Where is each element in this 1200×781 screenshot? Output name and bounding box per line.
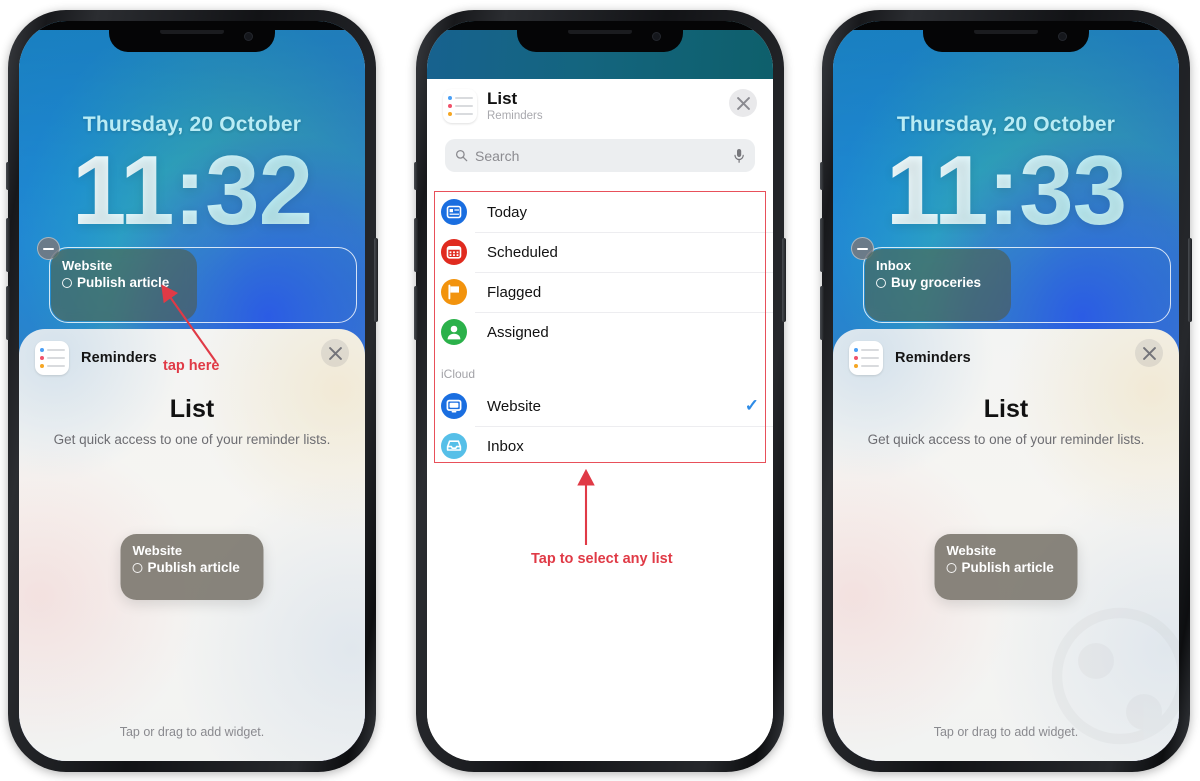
task-circle-icon (876, 277, 886, 288)
close-icon[interactable] (321, 339, 349, 367)
preview-task-row: Publish article (132, 560, 252, 575)
task-circle-icon (946, 562, 957, 573)
preview-task-label: Publish article (147, 560, 240, 575)
highlight-box-lists (434, 191, 766, 463)
silent-switch[interactable] (6, 162, 10, 190)
picker-title: List (487, 89, 518, 108)
notch-top-strip (427, 21, 773, 30)
phone-left: Thursday, 20 October 11:32 Website Publi… (6, 10, 378, 772)
volume-up-button[interactable] (820, 218, 824, 272)
lock-screen-reminders-widget[interactable]: Inbox Buy groceries (865, 249, 1011, 321)
close-glyph (328, 346, 342, 360)
silent-switch[interactable] (414, 162, 418, 190)
widget-task-row: Buy groceries (876, 275, 1000, 290)
preview-task-label: Publish article (961, 560, 1054, 575)
widget-list-name: Inbox (876, 258, 912, 273)
volume-up-button[interactable] (414, 218, 418, 272)
preview-list-name: Website (132, 543, 183, 558)
volume-down-button[interactable] (820, 286, 824, 340)
picker-header: List Reminders (427, 79, 773, 135)
lock-screen-date: Thursday, 20 October (82, 113, 302, 136)
sheet-title: List (169, 395, 215, 423)
notch-top-strip (833, 21, 1179, 30)
notch-top-strip (19, 21, 365, 30)
power-button[interactable] (782, 238, 786, 322)
power-button[interactable] (1188, 238, 1192, 322)
reminders-app-icon (35, 341, 69, 375)
widget-task-row: Publish article (62, 275, 186, 290)
microphone-icon[interactable] (733, 148, 745, 164)
silent-switch[interactable] (820, 162, 824, 190)
front-camera-icon (244, 32, 253, 41)
phone-right: Thursday, 20 October 11:33 Inbox Buy gro… (820, 10, 1192, 772)
sheet-subtitle: Get quick access to one of your reminder… (53, 432, 331, 447)
sheet-header: Reminders (833, 329, 1179, 385)
widget-preview-card[interactable]: Website Publish article (934, 534, 1078, 600)
volume-down-button[interactable] (6, 286, 10, 340)
close-glyph (1142, 346, 1156, 360)
widget-task-label: Buy groceries (891, 275, 982, 290)
close-icon[interactable] (1135, 339, 1163, 367)
list-picker-sheet: List Reminders Search Today Scheduled Fl… (427, 79, 773, 761)
annotation-tap-here: tap here (163, 358, 220, 374)
phone-right-screen: Thursday, 20 October 11:33 Inbox Buy gro… (833, 21, 1179, 761)
preview-list-name: Website (946, 543, 997, 558)
preview-task-row: Publish article (946, 560, 1066, 575)
close-icon[interactable] (729, 89, 757, 117)
widget-detail-sheet: Reminders List Get quick access to one o… (19, 329, 365, 761)
widget-preview-card[interactable]: Website Publish article (120, 534, 264, 600)
lock-screen-time: 11:33 (833, 139, 1179, 242)
search-bar[interactable]: Search (445, 139, 755, 172)
sheet-app-name: Reminders (895, 350, 971, 366)
lock-screen-date: Thursday, 20 October (896, 113, 1116, 136)
close-glyph (736, 96, 750, 110)
search-input[interactable]: Search (445, 139, 755, 172)
annotation-tap-select: Tap to select any list (531, 551, 673, 567)
sheet-app-name: Reminders (81, 350, 157, 366)
power-button[interactable] (374, 238, 378, 322)
task-circle-icon (62, 277, 72, 288)
volume-up-button[interactable] (6, 218, 10, 272)
reminders-app-icon (849, 341, 883, 375)
lock-screen-time: 11:32 (19, 139, 365, 242)
phone-middle-screen: List Reminders Search Today Scheduled Fl… (427, 21, 773, 761)
front-camera-icon (1058, 32, 1067, 41)
widget-task-label: Publish article (77, 275, 170, 290)
sheet-footer-hint: Tap or drag to add widget. (119, 725, 265, 739)
volume-down-button[interactable] (414, 286, 418, 340)
sheet-subtitle: Get quick access to one of your reminder… (867, 432, 1145, 447)
front-camera-icon (652, 32, 661, 41)
search-icon (455, 149, 468, 162)
search-placeholder: Search (475, 147, 520, 164)
lock-screen-reminders-widget[interactable]: Website Publish article (51, 249, 197, 321)
screenshot-stage: Thursday, 20 October 11:32 Website Publi… (0, 0, 1200, 781)
phone-left-screen: Thursday, 20 October 11:32 Website Publi… (19, 21, 365, 761)
sheet-header: Reminders (19, 329, 365, 385)
sheet-title: List (983, 395, 1029, 423)
task-circle-icon (132, 562, 143, 573)
phone-middle: List Reminders Search Today Scheduled Fl… (414, 10, 786, 772)
sheet-footer-hint: Tap or drag to add widget. (933, 725, 1079, 739)
reminders-app-icon (443, 89, 477, 123)
picker-subtitle: Reminders (487, 110, 543, 122)
widget-list-name: Website (62, 258, 113, 273)
widget-detail-sheet: Reminders List Get quick access to one o… (833, 329, 1179, 761)
